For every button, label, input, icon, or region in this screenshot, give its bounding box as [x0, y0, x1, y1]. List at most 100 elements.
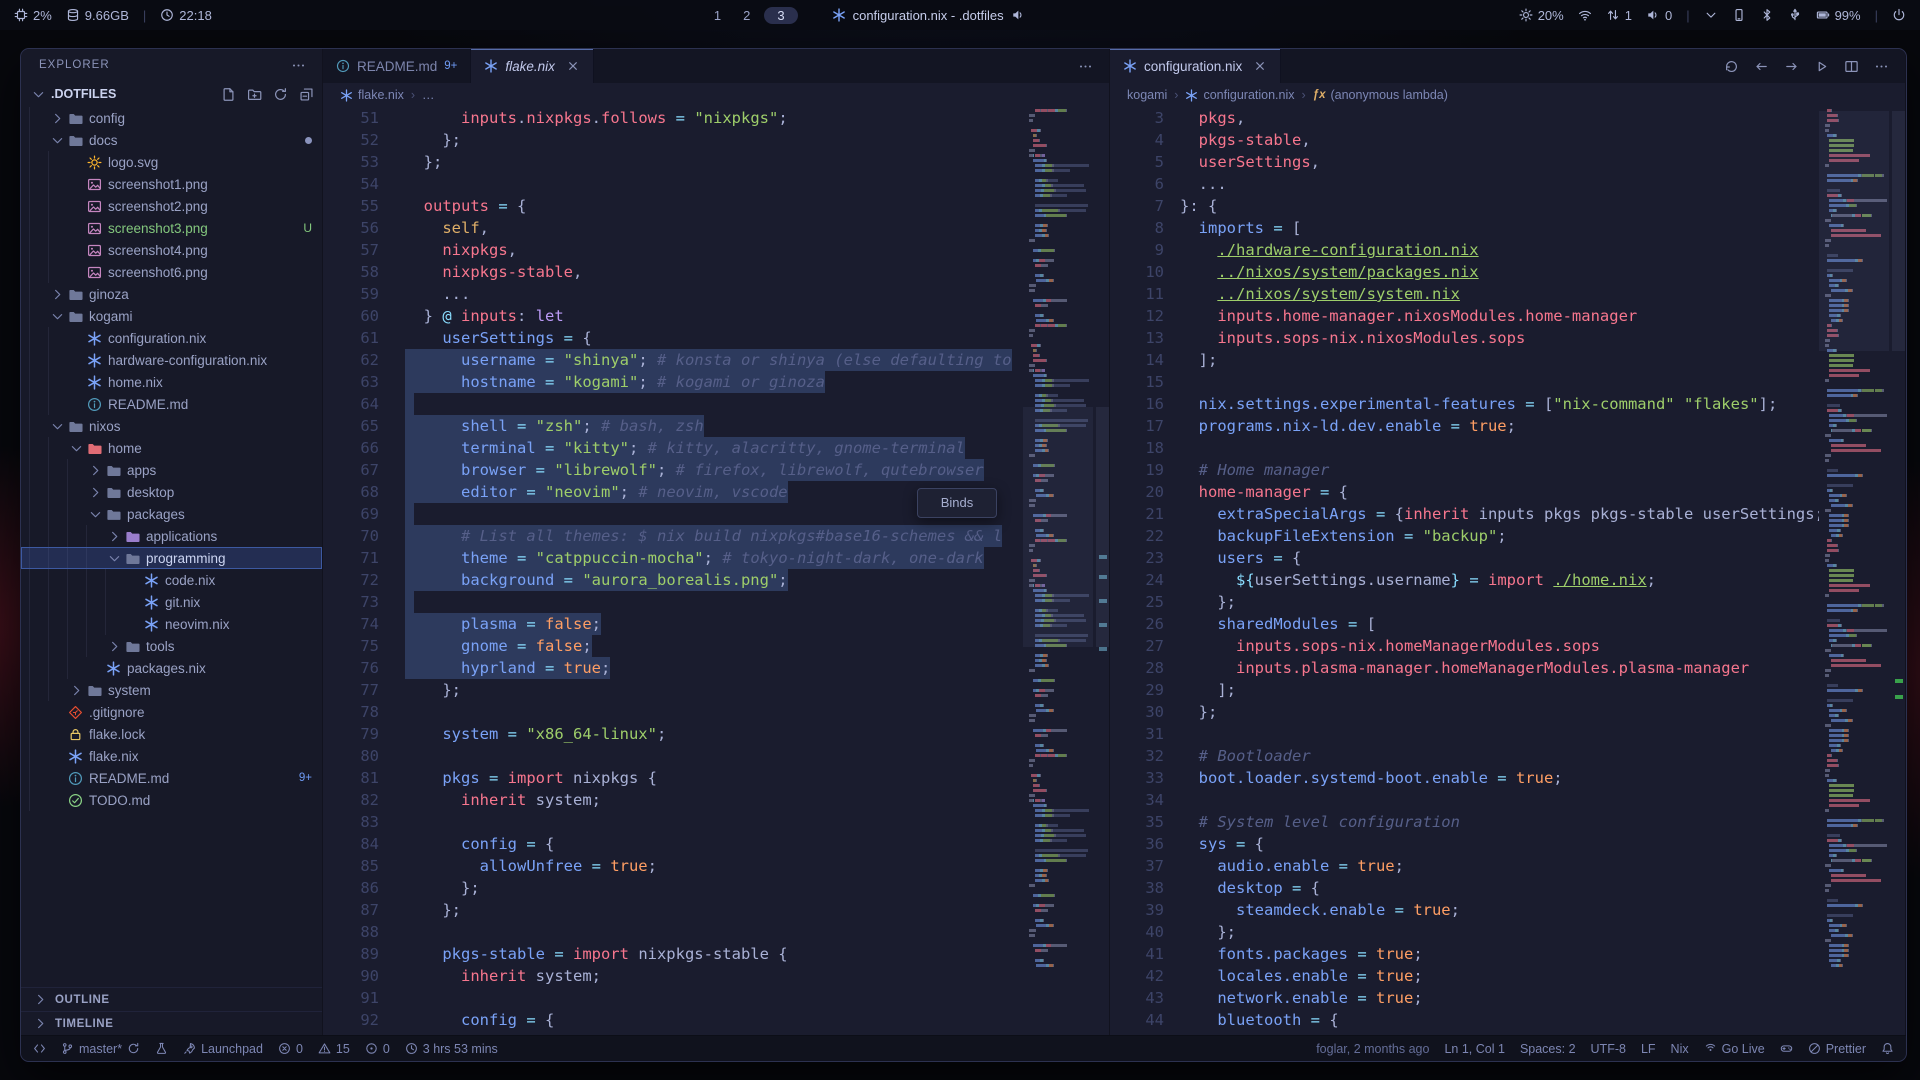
code-line[interactable]: enable = true;: [1180, 1031, 1819, 1035]
status-prettier[interactable]: Prettier: [1808, 1042, 1866, 1056]
file-item-flake-lock[interactable]: flake.lock: [21, 723, 322, 745]
status-remote[interactable]: [33, 1042, 46, 1055]
code-line[interactable]: hostname = "kogami"; # kogami or ginoza: [405, 371, 1023, 393]
folder-item-packages[interactable]: packages: [21, 503, 322, 525]
volume-module[interactable]: 0: [1646, 8, 1672, 23]
usb-module[interactable]: [1788, 8, 1802, 22]
new-file-icon[interactable]: [221, 87, 236, 102]
status-beaker[interactable]: [155, 1042, 168, 1055]
code-line[interactable]: inputs.nixpkgs.follows = "nixpkgs";: [405, 107, 1023, 129]
explorer-more-icon[interactable]: [291, 58, 306, 73]
breadcrumb-item-anonymous-lambda[interactable]: ƒx(anonymous lambda): [1313, 88, 1448, 102]
folder-item-kogami[interactable]: kogami: [21, 305, 322, 327]
tab-flake-nix[interactable]: flake.nix: [471, 49, 594, 83]
code-line[interactable]: [1180, 789, 1819, 811]
section-dotfiles[interactable]: .DOTFILES: [21, 81, 322, 107]
code-line[interactable]: [405, 701, 1023, 723]
workspace-2[interactable]: 2: [735, 7, 758, 24]
status-ln-1-col-1[interactable]: Ln 1, Col 1: [1444, 1042, 1504, 1056]
file-item-logo-svg[interactable]: logo.svg: [21, 151, 322, 173]
code-line[interactable]: [405, 811, 1023, 833]
code-line[interactable]: userSettings = {: [405, 327, 1023, 349]
bluetooth-module[interactable]: [1760, 8, 1774, 22]
workspace-1[interactable]: 1: [706, 7, 729, 24]
code-line[interactable]: };: [1180, 701, 1819, 723]
code-line[interactable]: self,: [405, 217, 1023, 239]
folder-item-ginoza[interactable]: ginoza: [21, 283, 322, 305]
scrollbar-slider[interactable]: [1892, 111, 1905, 351]
more-icon[interactable]: [1874, 59, 1889, 74]
status-0[interactable]: 0: [278, 1042, 303, 1056]
code-line[interactable]: inputs.sops-nix.homeManagerModules.sops: [1180, 635, 1819, 657]
folder-item-system[interactable]: system: [21, 679, 322, 701]
folder-item-apps[interactable]: apps: [21, 459, 322, 481]
code-line[interactable]: imports = [: [1180, 217, 1819, 239]
workspace-3[interactable]: 3: [764, 7, 797, 24]
outline-section[interactable]: OUTLINE: [21, 987, 322, 1011]
tab-readme-md[interactable]: README.md9+: [323, 49, 471, 83]
tab-configuration-nix[interactable]: configuration.nix: [1110, 49, 1281, 83]
code-line[interactable]: nix.settings.experimental-features = ["n…: [1180, 393, 1819, 415]
file-item-todo-md[interactable]: TODO.md: [21, 789, 322, 811]
folder-item-home[interactable]: home: [21, 437, 322, 459]
status-master[interactable]: master*: [61, 1042, 140, 1056]
code-line[interactable]: inherit system;: [405, 965, 1023, 987]
close-icon[interactable]: [566, 59, 580, 73]
refresh-icon[interactable]: [273, 87, 288, 102]
file-item-git-nix[interactable]: git.nix: [21, 591, 322, 613]
folder-item-docs[interactable]: docs: [21, 129, 322, 151]
code-line[interactable]: };: [405, 129, 1023, 151]
history-icon[interactable]: [1724, 59, 1739, 74]
code-line[interactable]: backupFileExtension = "backup";: [1180, 525, 1819, 547]
folder-item-nixos[interactable]: nixos: [21, 415, 322, 437]
code-line[interactable]: boot.loader.systemd-boot.enable = true;: [1180, 767, 1819, 789]
arrow-right-icon[interactable]: [1784, 59, 1799, 74]
code-line[interactable]: config = {: [405, 1009, 1023, 1031]
arrow-left-icon[interactable]: [1754, 59, 1769, 74]
code-line[interactable]: users = {: [1180, 547, 1819, 569]
code-line[interactable]: [405, 591, 1023, 613]
file-item-gitignore[interactable]: .gitignore: [21, 701, 322, 723]
timeline-section[interactable]: TIMELINE: [21, 1011, 322, 1035]
code-line[interactable]: nixpkgs-stable,: [405, 261, 1023, 283]
code-line[interactable]: ${userSettings.username} = import ./home…: [1180, 569, 1819, 591]
code-line[interactable]: desktop = {: [1180, 877, 1819, 899]
collapse-all-icon[interactable]: [299, 87, 314, 102]
code-line[interactable]: };: [405, 151, 1023, 173]
breadcrumb-item-kogami[interactable]: kogami: [1127, 88, 1167, 102]
code-line[interactable]: [405, 921, 1023, 943]
code-line[interactable]: background = "aurora_borealis.png";: [405, 569, 1023, 591]
code-line[interactable]: ../nixos/system/system.nix: [1180, 283, 1819, 305]
code-line[interactable]: pkgs,: [1180, 107, 1819, 129]
code-line[interactable]: programs.nix-ld.dev.enable = true;: [1180, 415, 1819, 437]
code-line[interactable]: system = "x86_64-linux";: [405, 723, 1023, 745]
play-icon[interactable]: [1814, 59, 1829, 74]
status-utf-8[interactable]: UTF-8: [1591, 1042, 1626, 1056]
code-line[interactable]: inherit system;: [405, 789, 1023, 811]
folder-item-config[interactable]: config: [21, 107, 322, 129]
file-item-flake-nix[interactable]: flake.nix: [21, 745, 322, 767]
code-line[interactable]: inputs.sops-nix.nixosModules.sops: [1180, 327, 1819, 349]
status-gamepad[interactable]: [1780, 1042, 1793, 1055]
code-line[interactable]: [405, 393, 1023, 415]
minimap[interactable]: [1819, 107, 1905, 1035]
file-item-packages-nix[interactable]: packages.nix: [21, 657, 322, 679]
code-line[interactable]: home-manager = {: [1180, 481, 1819, 503]
status-spaces-2[interactable]: Spaces: 2: [1520, 1042, 1576, 1056]
status-3-hrs-53-mins[interactable]: 3 hrs 53 mins: [405, 1042, 498, 1056]
file-item-readme-md[interactable]: README.md9+: [21, 767, 322, 789]
code-line[interactable]: ...: [405, 283, 1023, 305]
code-line[interactable]: };: [405, 877, 1023, 899]
code-line[interactable]: }: {: [1180, 195, 1819, 217]
code-line[interactable]: shell = "zsh"; # bash, zsh: [405, 415, 1023, 437]
status-bell[interactable]: [1881, 1042, 1894, 1055]
code-line[interactable]: pkgs-stable,: [1180, 129, 1819, 151]
code-line[interactable]: # Bootloader: [1180, 745, 1819, 767]
sun-module[interactable]: 20%: [1519, 8, 1564, 23]
folder-item-desktop[interactable]: desktop: [21, 481, 322, 503]
code-line[interactable]: # System level configuration: [1180, 811, 1819, 833]
file-item-screenshot3-png[interactable]: screenshot3.pngU: [21, 217, 322, 239]
code-line[interactable]: [1180, 371, 1819, 393]
breadcrumb-item-item[interactable]: …: [422, 88, 435, 102]
status-nix[interactable]: Nix: [1671, 1042, 1689, 1056]
